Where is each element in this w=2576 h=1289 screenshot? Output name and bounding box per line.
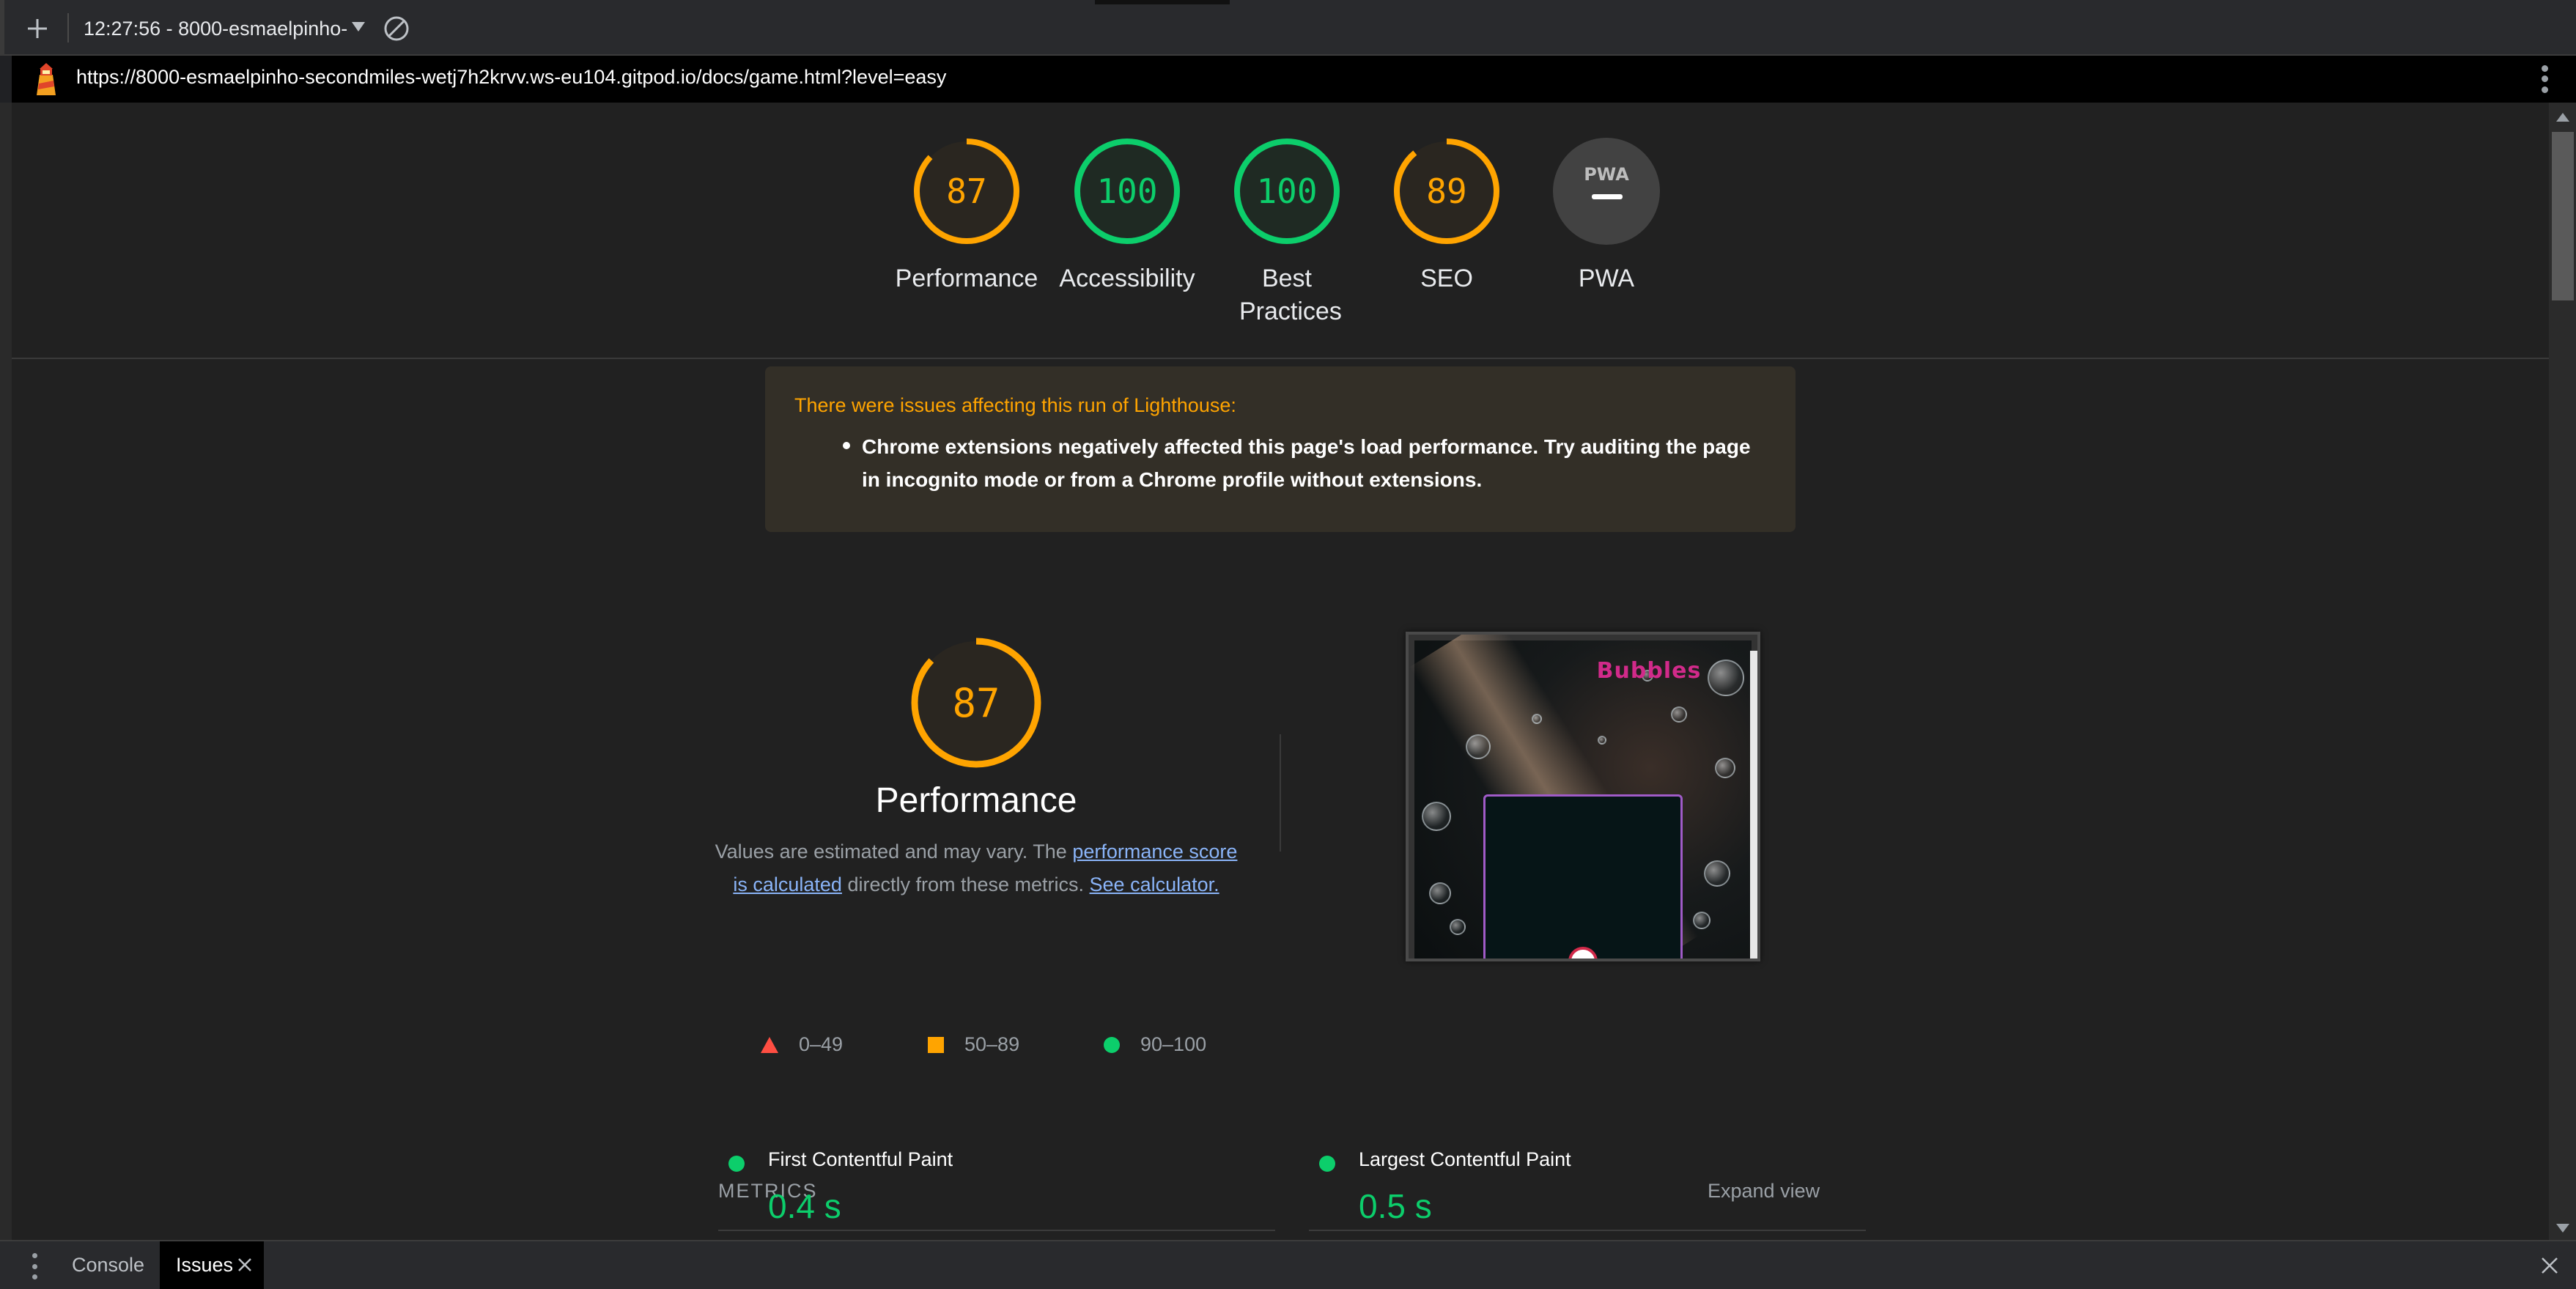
left-edge — [0, 103, 12, 1240]
gauge-score: 89 — [1426, 171, 1467, 211]
warnings-title: There were issues affecting this run of … — [794, 394, 1236, 416]
scroll-down-arrow-icon[interactable] — [2556, 1224, 2569, 1233]
pass-circle-icon — [728, 1156, 745, 1172]
lighthouse-logo-icon — [37, 63, 56, 95]
metric-value: 0.4 s — [768, 1187, 841, 1225]
report-scrollbar[interactable] — [2549, 103, 2576, 1240]
bubble — [1532, 714, 1542, 724]
screenshot-game-title: Bubbles — [1596, 658, 1702, 684]
bubble — [1671, 706, 1687, 723]
gauge-label: PWA — [1578, 265, 1635, 292]
gauge-score: 87 — [946, 171, 987, 211]
tab-issues[interactable]: Issues — [160, 1241, 264, 1289]
circle-icon — [1104, 1036, 1120, 1053]
square-icon — [928, 1036, 944, 1053]
gauge-score: 100 — [1256, 171, 1318, 211]
devtools-drawer: Console Issues — [0, 1240, 2576, 1289]
pwa-badge-text: PWA — [1584, 164, 1629, 185]
report-selector[interactable]: 12:27:56 - 8000-esmaelpinho-s — [84, 13, 369, 44]
bubble — [1450, 919, 1466, 935]
bubble — [1693, 912, 1710, 929]
plus-icon — [28, 19, 47, 38]
gauge-best-practices[interactable]: 100 Best Practices — [1206, 136, 1368, 328]
run-warnings: There were issues affecting this run of … — [765, 366, 1796, 532]
score-legend: 0–49 50–89 90–100 — [752, 1033, 1265, 1063]
metric-label: Largest Contentful Paint — [1359, 1148, 1571, 1170]
metric-value: 0.5 s — [1359, 1187, 1432, 1225]
toolbar-separator — [67, 13, 69, 43]
performance-description: Values are estimated and may vary. The p… — [708, 835, 1244, 901]
metrics-divider — [1309, 1230, 1866, 1231]
gauge-label: SEO — [1420, 265, 1473, 292]
devtools-toolbar: 12:27:56 - 8000-esmaelpinho-s — [0, 0, 2576, 56]
legend-pass: 90–100 — [1104, 1033, 1206, 1056]
block-icon[interactable] — [381, 13, 412, 44]
legend-label: 90–100 — [1140, 1033, 1207, 1055]
report-selector-label: 12:27:56 - 8000-esmaelpinho-s — [84, 17, 347, 40]
pwa-badge-icon: PWA — [1553, 138, 1660, 245]
kebab-menu-icon[interactable] — [2530, 63, 2559, 95]
legend-average: 50–89 — [928, 1033, 1019, 1056]
performance-title: Performance — [875, 781, 1077, 820]
see-calculator-link[interactable]: See calculator. — [1090, 874, 1219, 895]
legend-label: 0–49 — [799, 1033, 844, 1055]
warnings-list: Chrome extensions negatively affected th… — [794, 430, 1766, 496]
drawer-menu-icon[interactable] — [29, 1253, 40, 1279]
report-url-bar: https://8000-esmaelpinho-secondmiles-wet… — [12, 56, 2576, 103]
gauge-pwa[interactable]: PWA PWA — [1526, 136, 1687, 295]
metric-label: First Contentful Paint — [768, 1148, 953, 1170]
tab-console[interactable]: Console — [57, 1241, 159, 1289]
screenshot-background: Bubbles — [1409, 635, 1757, 959]
toolbar-top-accent — [1095, 0, 1230, 4]
new-report-button[interactable] — [19, 10, 56, 47]
gauge-score: 100 — [1096, 171, 1158, 211]
legend-fail: 0–49 — [761, 1033, 843, 1056]
header-divider — [12, 358, 2549, 359]
expand-view-button[interactable]: Expand view — [1708, 1180, 1820, 1203]
report-url[interactable]: https://8000-esmaelpinho-secondmiles-wet… — [76, 66, 946, 89]
gauge-label: Performance — [895, 265, 1038, 292]
vertical-divider — [1280, 734, 1281, 852]
triangle-icon — [761, 1036, 778, 1053]
performance-score: 87 — [952, 679, 1000, 726]
gauge-label: Accessibility — [1059, 265, 1195, 292]
performance-gauge-large: 87 — [909, 635, 1044, 770]
lighthouse-report: 87 Performance 100 Accessibility 100 Bes… — [12, 103, 2549, 1240]
close-drawer-icon[interactable] — [2537, 1253, 2562, 1278]
screenshot-game-panel — [1483, 794, 1683, 959]
final-screenshot[interactable]: Bubbles — [1406, 632, 1760, 961]
metrics-divider — [718, 1230, 1275, 1231]
bubble — [1422, 802, 1451, 831]
chevron-down-icon — [352, 22, 365, 32]
gauge-accessibility[interactable]: 100 Accessibility — [1047, 136, 1208, 295]
screenshot-scrollbar — [1750, 651, 1757, 959]
toolbar-left-border — [0, 0, 4, 56]
scroll-up-arrow-icon[interactable] — [2556, 113, 2569, 122]
desc-text: Values are estimated and may vary. The — [715, 841, 1073, 863]
warning-item: Chrome extensions negatively affected th… — [862, 435, 1751, 491]
legend-label: 50–89 — [964, 1033, 1020, 1055]
bubble — [1466, 734, 1491, 759]
gauge-performance[interactable]: 87 Performance — [886, 136, 1047, 295]
tab-issues-label: Issues — [176, 1254, 234, 1276]
bubble — [1598, 736, 1606, 745]
desc-text: directly from these metrics. — [841, 874, 1090, 895]
bullet-icon — [843, 442, 850, 449]
scrollbar-thumb[interactable] — [2552, 132, 2574, 300]
pass-circle-icon — [1319, 1156, 1335, 1172]
close-icon[interactable] — [235, 1255, 255, 1275]
gauge-seo[interactable]: 89 SEO — [1366, 136, 1527, 295]
gauge-label: Best Practices — [1239, 265, 1342, 325]
bubble — [1715, 758, 1735, 778]
bubble — [1429, 882, 1451, 904]
bubble — [1704, 860, 1730, 887]
